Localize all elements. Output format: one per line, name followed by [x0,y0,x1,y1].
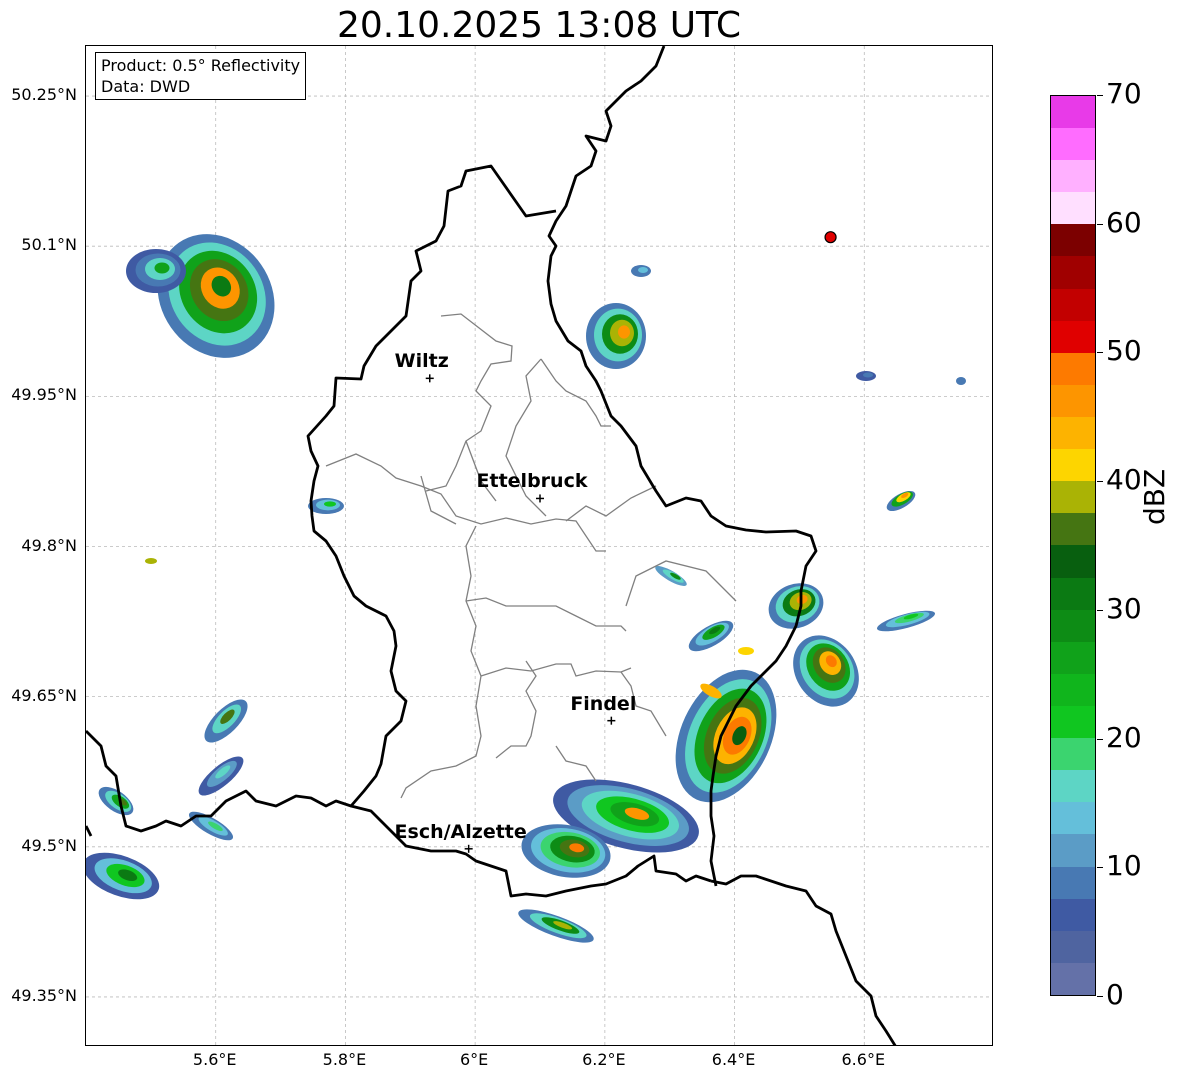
colorbar-segment [1051,256,1095,289]
echo-cell [324,501,336,507]
city-label: Esch/Alzette [394,820,527,843]
canton-boundary [555,745,597,782]
colorbar-tick [1097,95,1103,96]
colorbar [1050,95,1096,996]
data-source-label: Data: DWD [101,77,191,96]
colorbar-tick [1097,996,1103,997]
lat-tick-label: 49.95°N [11,385,77,405]
colorbar-tick-label: 20 [1106,721,1142,754]
colorbar-tick [1097,739,1103,740]
colorbar-segment [1051,224,1095,257]
lat-tick-label: 50.25°N [11,85,77,105]
lon-tick-label: 6.4°E [711,1050,756,1069]
city-label: Findel [570,692,637,715]
colorbar-segment [1051,706,1095,739]
colorbar-title: dBZ [1138,468,1171,525]
colorbar-segment [1051,962,1095,995]
canton-boundary [480,663,632,677]
colorbar-segment [1051,288,1095,321]
colorbar-segment [1051,449,1095,482]
echo-cell [154,262,170,274]
colorbar-segment [1051,641,1095,674]
colorbar-segment [1051,834,1095,867]
canton-boundary [400,525,482,799]
radar-site-marker [824,231,837,244]
canton-boundary [420,475,457,525]
country-border [86,825,93,837]
colorbar-tick [1097,224,1103,225]
colorbar-segment [1051,320,1095,353]
country-border [710,874,897,1045]
lon-tick-label: 6°E [459,1050,489,1069]
colorbar-tick-label: 0 [1106,978,1124,1011]
lon-tick-label: 5.8°E [322,1050,367,1069]
colorbar-tick-label: 10 [1106,849,1142,882]
colorbar-tick-label: 30 [1106,592,1142,625]
lat-tick-label: 49.65°N [11,685,77,705]
lon-tick-label: 6.2°E [582,1050,626,1069]
lat-tick-label: 50.1°N [21,235,77,255]
city-label: Ettelbruck [476,470,588,493]
lon-tick-label: 5.6°E [192,1050,237,1069]
colorbar-tick [1097,610,1103,611]
colorbar-segment [1051,673,1095,707]
colorbar-segment [1051,384,1095,418]
canton-boundary [465,597,627,632]
echo-cell [863,372,873,378]
colorbar-segment [1051,738,1095,771]
country-borders [86,46,897,1045]
colorbar-tick-label: 50 [1106,334,1142,367]
echo-cell [618,325,630,339]
lon-tick-label: 6.6°E [841,1050,886,1069]
colorbar-segment [1051,481,1095,514]
info-box: Product: 0.5° Reflectivity Data: DWD [95,52,307,100]
echo-core [738,647,754,655]
country-border [306,164,712,898]
colorbar-segment [1051,866,1095,899]
colorbar-segment [1051,95,1095,129]
map-canvas [86,46,992,1045]
echo-core [145,558,157,564]
city-label: Wiltz [394,350,449,373]
canton-boundary [495,660,537,759]
colorbar-segment [1051,128,1095,161]
colorbar-segment [1051,898,1095,931]
radar-map[interactable] [85,45,993,1046]
lat-tick-label: 49.8°N [21,535,77,555]
canton-boundaries [325,313,737,799]
map-title: 20.10.2025 13:08 UTC [336,5,742,46]
colorbar-tick-label: 60 [1106,206,1142,239]
colorbar-segment [1051,609,1095,642]
lat-tick-label: 49.5°N [21,835,77,855]
colorbar-tick-label: 70 [1106,77,1142,110]
colorbar-tick-label: 40 [1106,463,1142,496]
colorbar-segment [1051,545,1095,578]
canton-boundary [425,313,513,492]
colorbar-segment [1051,352,1095,385]
colorbar-segment [1051,417,1095,450]
colorbar-segment [1051,192,1095,225]
colorbar-segment [1051,770,1095,803]
canton-boundary [325,453,606,552]
echo-cell [638,267,648,273]
colorbar-segment [1051,160,1095,193]
colorbar-segment [1051,930,1095,963]
colorbar-tick [1097,481,1103,482]
colorbar-tick [1097,352,1103,353]
colorbar-segment [1051,577,1095,610]
product-label: Product: 0.5° Reflectivity [101,56,301,75]
echo-cell [956,377,966,385]
lat-tick-label: 49.35°N [11,985,77,1005]
colorbar-segment [1051,513,1095,546]
colorbar-segment [1051,802,1095,835]
canton-boundary [505,358,547,517]
colorbar-tick [1097,867,1103,868]
